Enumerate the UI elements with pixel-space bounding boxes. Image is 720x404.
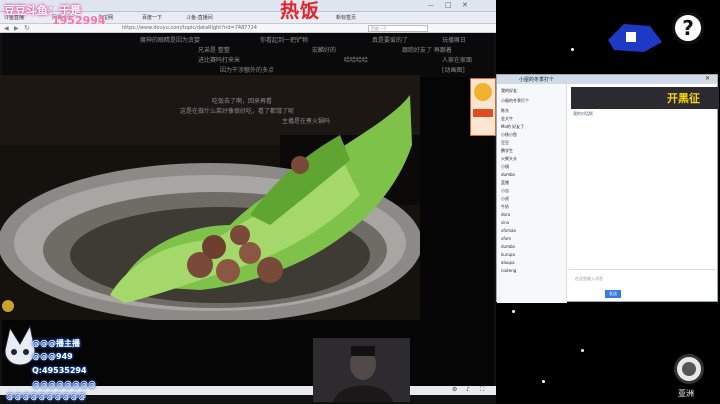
- mascot-hat-icon: [608, 24, 662, 52]
- list-item[interactable]: 火柴头头: [501, 156, 517, 162]
- gift-icon: [474, 83, 492, 101]
- window-minimize-icon[interactable]: —: [428, 2, 434, 9]
- window-close-icon[interactable]: ✕: [462, 1, 468, 9]
- list-item[interactable]: sinx: [501, 220, 509, 225]
- danmaku-comment: 兄弟是 整整: [198, 47, 230, 54]
- streamer-webcam-image: [313, 338, 410, 402]
- list-item[interactable]: dumbo: [501, 172, 515, 177]
- tab-4[interactable]: 斗鱼-直播间: [186, 13, 226, 23]
- contact-list: 我的好友 小屋的冬季打个 陈东 金大牛 Mo的 好友了 小杨小鱼 豆豆 鹏学生 …: [497, 84, 567, 303]
- region-button[interactable]: [674, 354, 704, 384]
- chat-close-icon[interactable]: ✕: [705, 75, 710, 82]
- danmaku-comment: 你看起到一把铲物: [260, 37, 309, 44]
- danmaku-comment: 吃饭去了啊，回来再看: [212, 98, 273, 105]
- side-ad-banner[interactable]: [470, 78, 496, 136]
- streamer-line: @@@@@@@@: [32, 380, 96, 389]
- volume-icon[interactable]: ♪: [466, 386, 470, 393]
- danmaku-comment: 真是要爱的了: [372, 37, 409, 44]
- list-item[interactable]: 小杨小鱼: [501, 132, 517, 138]
- list-item[interactable]: dora: [501, 212, 510, 217]
- send-button[interactable]: 发送: [605, 290, 621, 298]
- decor-dot: [512, 310, 515, 313]
- refresh-icon[interactable]: ↻: [24, 24, 30, 32]
- forward-icon[interactable]: ▶: [14, 25, 19, 32]
- tab-5[interactable]: 新标签页: [336, 13, 372, 23]
- danmaku-comment: 进比赛吗打来米: [198, 57, 241, 64]
- list-item[interactable]: xfxmao: [501, 228, 516, 233]
- list-item[interactable]: 鹏学生: [501, 148, 513, 154]
- help-button[interactable]: ?: [672, 12, 704, 44]
- list-item[interactable]: 牛奶: [501, 204, 509, 210]
- streamer-line: @@@播主播: [32, 339, 80, 348]
- list-item[interactable]: 小虎: [501, 196, 509, 202]
- back-icon[interactable]: ◀: [4, 25, 9, 32]
- danmaku-comment: 跟踪好友了 再跟着: [402, 47, 452, 54]
- list-item[interactable]: 我的好友: [501, 88, 517, 94]
- list-item[interactable]: 金大牛: [501, 116, 513, 122]
- avatar: [2, 300, 14, 312]
- danmaku-area: 魔神的眼睛是因为贪婪 你看起到一把铲物 真是要爱的了 玩播嘛日 兄弟是 整整 宏…: [2, 33, 494, 77]
- danmaku-comment: 魔神的眼睛是因为贪婪: [140, 37, 201, 44]
- decor-dot: [571, 48, 574, 51]
- search-input[interactable]: 百度一下: [368, 25, 428, 32]
- chat-titlebar: 小屋的冬季打个 ✕: [497, 75, 717, 84]
- settings-icon[interactable]: ⚙: [452, 386, 457, 393]
- list-item[interactable]: 小屋的冬季打个: [501, 98, 529, 104]
- danmaku-comment: 因为干涉额外的多点: [220, 67, 275, 74]
- chat-input-area[interactable]: 在这里输入消息 发送: [569, 269, 717, 301]
- danmaku-comment: 这是在做什么菜好像很好吃，看了都饿了呢: [180, 108, 295, 115]
- chat-preview: 我的对话框: [573, 111, 593, 116]
- globe-icon: [682, 362, 696, 376]
- chat-messages: 我的对话框: [569, 109, 717, 269]
- ad-button[interactable]: [473, 109, 493, 117]
- list-item[interactable]: 蓝猪: [501, 180, 509, 186]
- banner-text: 开黑征: [667, 92, 700, 105]
- list-item[interactable]: 豆豆: [501, 140, 509, 146]
- address-text[interactable]: https://www.douyu.com/topic/dataRight?ri…: [122, 24, 257, 33]
- danmaku-comment: 宏麟好的: [312, 47, 337, 54]
- danmaku-comment: 玩播嘛日: [442, 37, 467, 44]
- screen: { "overlay": { "top_left_text": "豆豆斗鱼：于是…: [0, 0, 720, 404]
- list-item[interactable]: Mo的 好友了: [501, 124, 524, 130]
- danmaku-comment: 人家在家面: [442, 57, 473, 64]
- webcam-feed: [313, 338, 410, 402]
- window-maximize-icon[interactable]: □: [445, 1, 452, 9]
- game-ad-banner[interactable]: 开黑征: [571, 87, 719, 109]
- chat-group-title: 小屋的冬季打个: [519, 77, 555, 83]
- danmaku-comment: 主播是在煮火锅吗: [282, 118, 331, 125]
- streamer-room-number: 1952994: [52, 14, 106, 27]
- fullscreen-icon[interactable]: ⛶: [480, 386, 484, 394]
- decor-dot: [581, 349, 584, 352]
- danmaku-comment: [动画图]: [442, 67, 465, 74]
- streamer-line: @@@949: [32, 352, 73, 361]
- list-item[interactable]: niuteng: [501, 268, 516, 273]
- streamer-line: @@@@@@@@@@: [6, 392, 86, 401]
- list-item[interactable]: aloupa: [501, 260, 515, 265]
- chat-input-hint[interactable]: 在这里输入消息: [575, 276, 603, 282]
- tab-3[interactable]: 百度一下: [142, 13, 178, 23]
- page-title: 热饭: [280, 0, 321, 22]
- list-item[interactable]: xfxm: [501, 236, 511, 241]
- list-item[interactable]: 小吉: [501, 188, 509, 194]
- streamer-info-overlay: @@@播主播 @@@949 Q:49535294 @@@@@@@@ @@@@@@…: [0, 324, 140, 404]
- region-label: 亚洲: [678, 389, 694, 398]
- danmaku-comment: 哈哈哈哈: [344, 57, 369, 64]
- list-item[interactable]: 小锅: [501, 164, 509, 170]
- streamer-line: Q:49535294: [32, 366, 87, 375]
- list-item[interactable]: kurupa: [501, 252, 515, 257]
- decor-dot: [542, 380, 545, 383]
- list-item[interactable]: 陈东: [501, 108, 509, 114]
- chat-window: 小屋的冬季打个 ✕ 我的好友 小屋的冬季打个 陈东 金大牛 Mo的 好友了 小杨…: [496, 74, 719, 303]
- list-item[interactable]: dumbo: [501, 244, 515, 249]
